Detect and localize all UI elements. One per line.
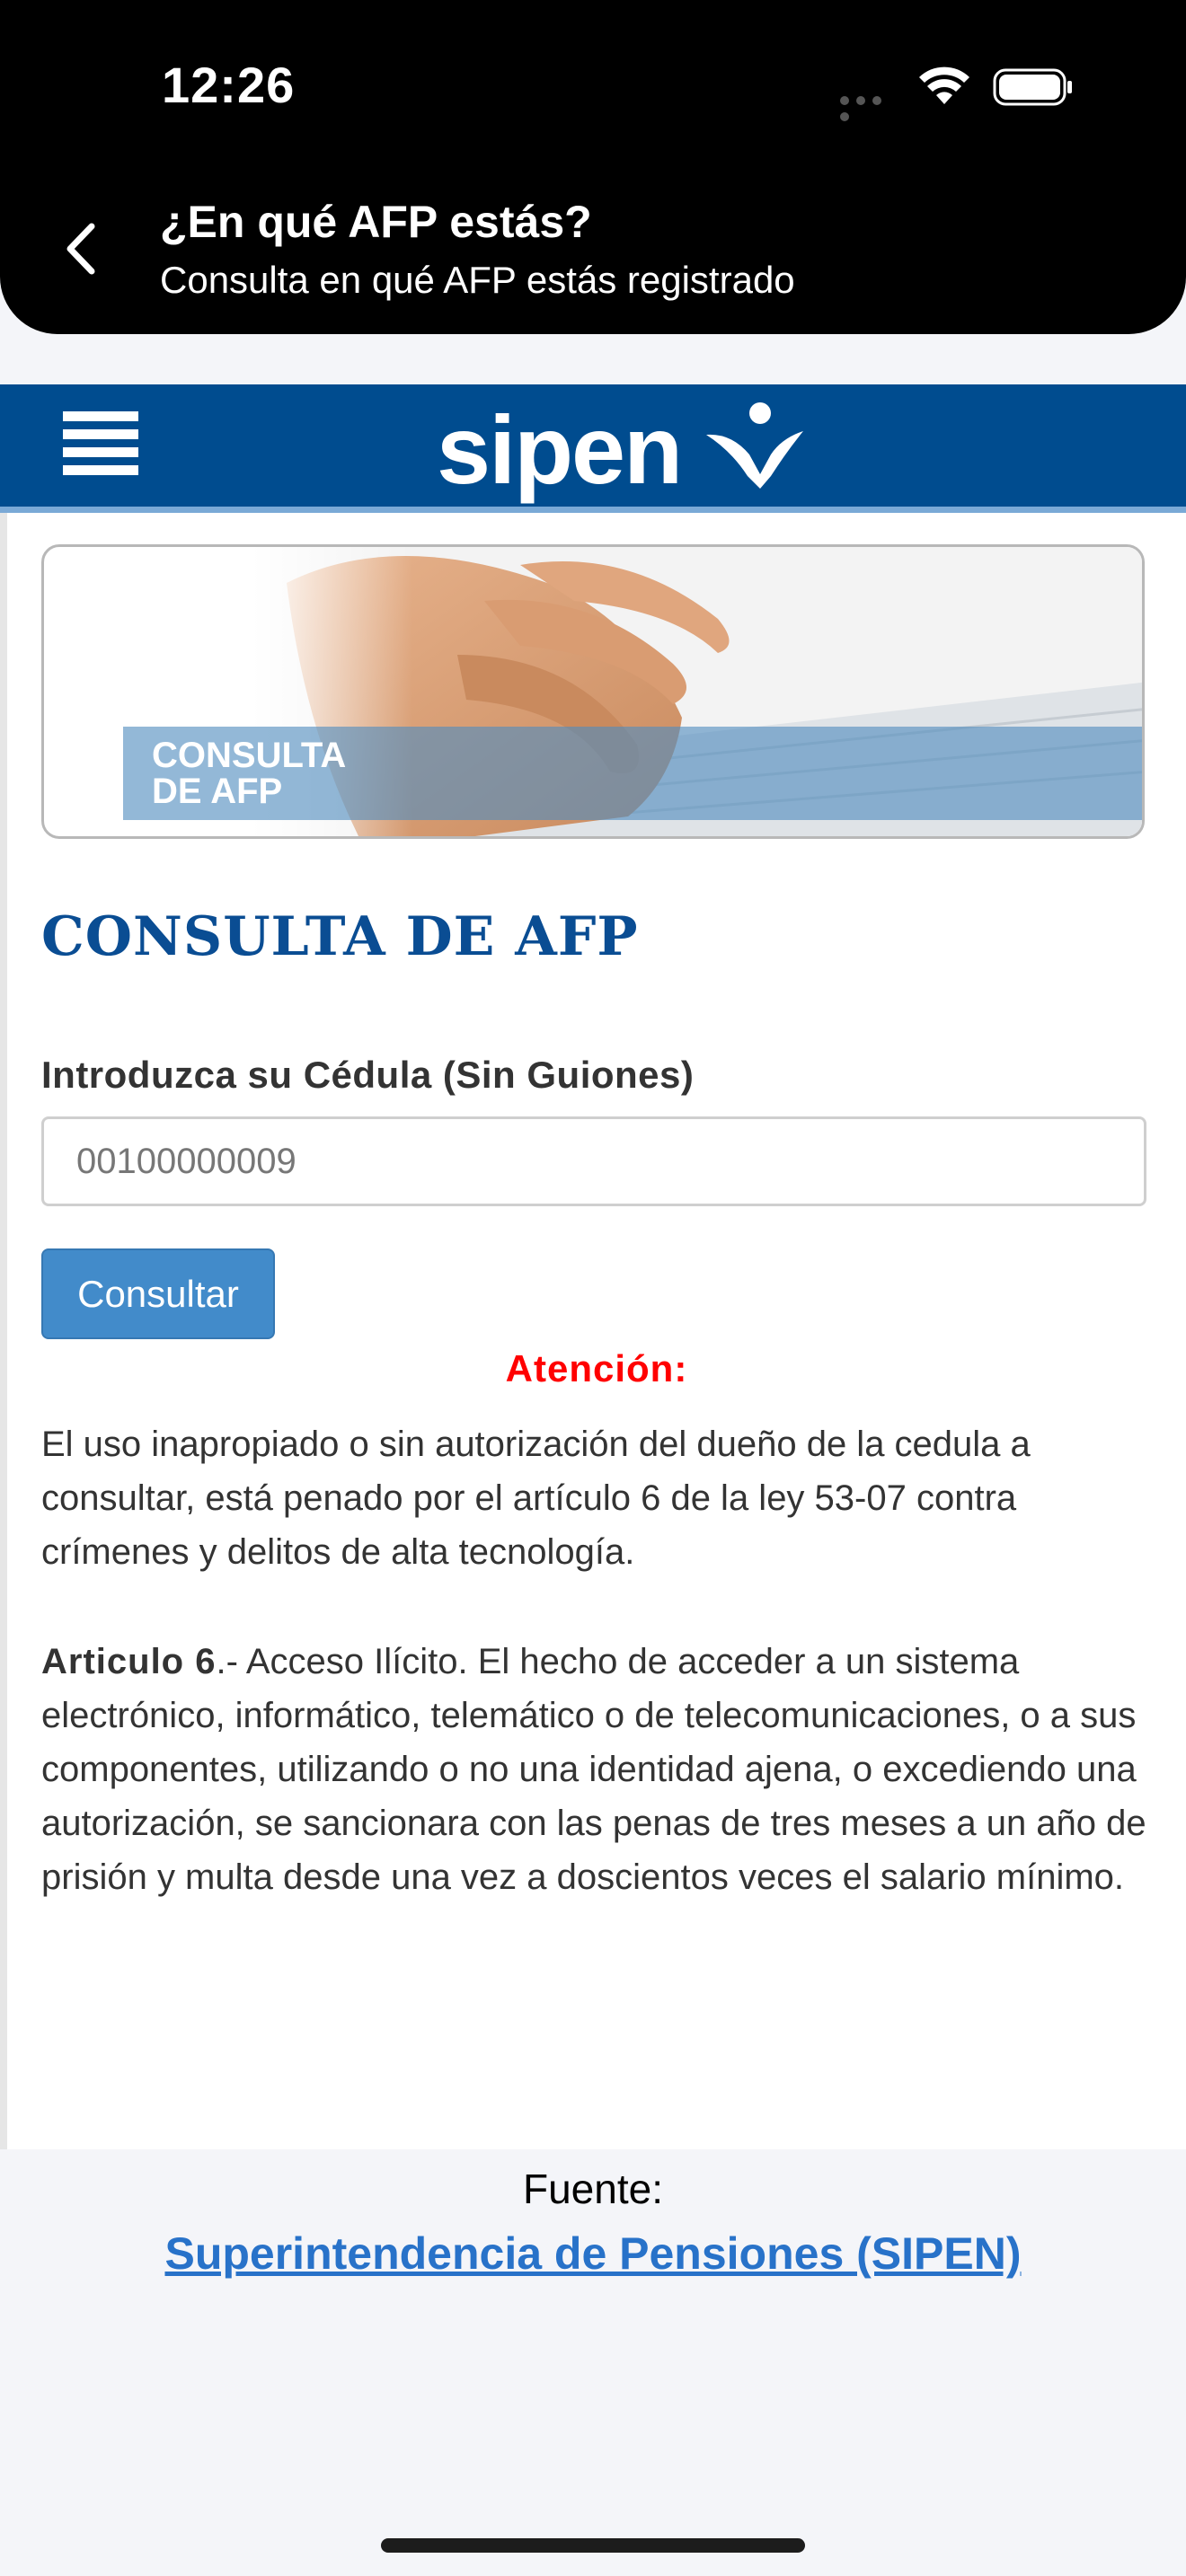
source-link[interactable]: Superintendencia de Pensiones (SIPEN) [0,2228,1186,2280]
back-chevron-icon[interactable] [58,219,104,278]
nav-title: ¿En qué AFP estás? [160,197,592,247]
battery-icon [993,68,1072,106]
logo-figure-icon [706,402,803,489]
sipen-logo[interactable]: sipen [437,393,805,504]
attention-label: Atención: [505,1347,688,1389]
webview: sipen CONSULTA DE AFP CONSULTA DE AFP In… [0,384,1186,2149]
warning-paragraph: El uso inapropiado o sin autorización de… [41,1425,1031,1572]
home-indicator[interactable] [381,2538,805,2553]
nav-subtitle: Consulta en qué AFP estás registrado [160,259,795,301]
article-paragraph: Articulo 6.- Acceso Ilícito. El hecho de… [41,1635,1155,1904]
app-header: 12:26 ¿En qué AFP estás? Consulta en qué… [0,0,1186,334]
banner-label-line2: DE AFP [152,772,283,811]
site-header: sipen [0,384,1186,513]
logo-text: sipen [437,395,683,504]
page-heading: CONSULTA DE AFP [41,905,639,968]
banner-label: CONSULTA DE AFP [152,737,385,809]
wifi-icon [919,66,969,104]
status-time: 12:26 [162,57,296,113]
source-label: Fuente: [523,2166,663,2212]
hamburger-menu-icon[interactable] [63,411,138,483]
banner-label-line1: CONSULTA [152,736,347,775]
consulta-afp-banner: CONSULTA DE AFP [41,544,1145,839]
consultar-button[interactable]: Consultar [41,1248,275,1339]
article-title: Articulo 6 [41,1642,217,1681]
cedula-field-label: Introduzca su Cédula (Sin Guiones) [41,1054,695,1096]
cedula-input[interactable] [41,1116,1146,1206]
cellular-signal-icon [840,93,903,121]
